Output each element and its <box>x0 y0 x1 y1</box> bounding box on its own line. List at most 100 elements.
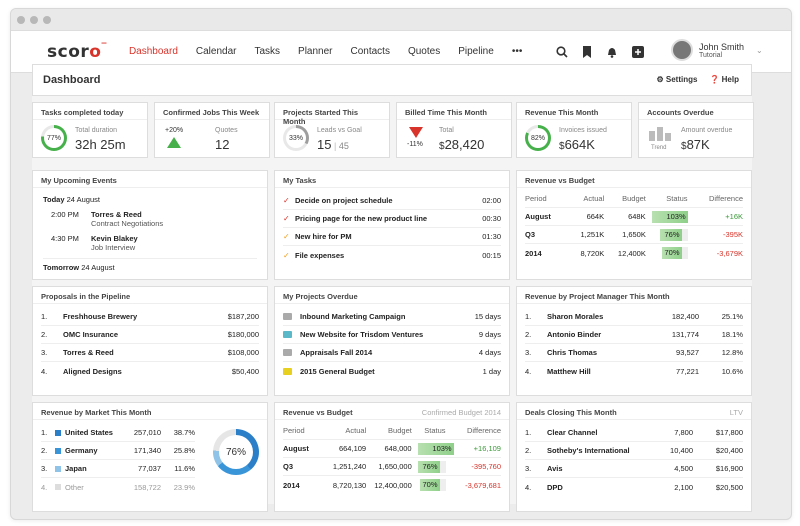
scoro-logo[interactable]: scoro‾ <box>47 42 107 62</box>
kpi-card-2-title: Confirmed Jobs This Week <box>155 103 269 120</box>
difference-cell: -395K <box>722 230 743 239</box>
pipeline-card-title: Proposals in the Pipeline <box>33 287 267 304</box>
event-item[interactable]: 4:30 PM Kevin Blakey Job Interview <box>51 234 257 252</box>
card-title: Confirmed Jobs This Week <box>163 108 260 117</box>
list-item[interactable]: 4. Other 158,722 23.9% <box>41 478 195 496</box>
status-bar: 70% <box>420 479 446 491</box>
table-row[interactable]: 2014 8,720,130 12,400,000 70% -3,679,681 <box>283 476 501 494</box>
period-cell: Q3 <box>525 230 536 239</box>
revenue-share: 25.1% <box>721 312 743 321</box>
event-time: 4:30 PM <box>51 234 79 243</box>
list-item[interactable]: 2015 General Budget 1 day <box>283 362 501 380</box>
my-tasks-card: My Tasks ✓ Decide on project schedule 02:00… <box>274 170 510 280</box>
column-header: Actual <box>583 194 605 203</box>
folder-icon <box>283 349 292 356</box>
market-value: 257,010 <box>133 428 161 437</box>
list-item[interactable]: 4. Aligned Designs $50,400 <box>41 362 259 380</box>
table-row[interactable]: 2014 8,720K 12,400K 70% -3,679K <box>525 244 743 262</box>
list-item[interactable]: 1. Clear Channel 7,800 $17,800 <box>525 424 743 442</box>
deal-ltv: $16,900 <box>715 464 743 473</box>
column-header: Budget <box>622 194 646 203</box>
card-title: Deals Closing This Month <box>525 408 617 417</box>
table-row[interactable]: August 664,109 648,000 103% +16,109 <box>283 440 501 458</box>
add-icon[interactable] <box>632 46 644 58</box>
list-item[interactable]: Appraisals Fall 2014 4 days <box>283 344 501 362</box>
task-name: New hire for PM <box>295 232 352 241</box>
user-menu[interactable]: John Smith Tutorial ⌄ <box>671 39 763 61</box>
window-minimize-dot[interactable] <box>30 15 38 24</box>
proposal-name: Freshhouse Brewery <box>63 312 138 321</box>
revenue-by-market-card-title: Revenue by Market This Month <box>33 403 267 420</box>
revenue-value: 131,774 <box>671 330 699 339</box>
check-icon[interactable]: ✓ <box>283 232 295 241</box>
budget-cell: 648,000 <box>384 444 412 453</box>
settings-button[interactable]: ⚙ Settings <box>656 75 697 84</box>
check-icon[interactable]: ✓ <box>283 196 295 205</box>
my-tasks-card-title: My Tasks <box>275 171 509 188</box>
help-button[interactable]: ❓ Help <box>709 75 739 84</box>
search-icon[interactable] <box>556 46 568 58</box>
days-overdue: 4 days <box>478 348 501 357</box>
column-header: Budget <box>388 426 412 435</box>
list-item[interactable]: Inbound Marketing Campaign 15 days <box>283 308 501 326</box>
manager-name: Antonio Binder <box>547 330 602 339</box>
difference-cell: -3,679,681 <box>465 480 501 490</box>
task-item[interactable]: ✓ Pricing page for the new product line 00… <box>283 210 501 228</box>
task-item[interactable]: ✓ File expenses 00:15 <box>283 246 501 264</box>
kpi-value: 32h 25m <box>75 137 126 152</box>
task-name: File expenses <box>295 250 345 260</box>
list-item[interactable]: 2. Germany 171,340 25.8% <box>41 442 195 460</box>
list-item[interactable]: 4. DPD 2,100 $20,500 <box>525 478 743 496</box>
market-donut-chart: 76% <box>213 429 259 475</box>
kpi-card-3: Projects Started This Month 33% Leads vs G… <box>274 102 390 158</box>
legend-swatch <box>55 465 61 472</box>
column-header: Difference <box>466 426 501 435</box>
event-item[interactable]: 2:00 PM Torres & Reed Contract Negotiation… <box>51 210 257 228</box>
avatar <box>671 39 693 61</box>
list-item[interactable]: 3. Japan 77,037 11.6% <box>41 460 195 478</box>
trend-bars-icon <box>649 127 671 141</box>
kpi-label: Amount overdue <box>681 127 733 134</box>
list-item[interactable]: 3. Torres & Reed $108,000 <box>41 344 259 362</box>
proposal-name: OMC Insurance <box>63 330 119 339</box>
list-item[interactable]: 1. Freshhouse Brewery $187,200 <box>41 308 259 326</box>
list-item[interactable]: 4. Matthew Hill 77,221 10.6% <box>525 362 743 380</box>
list-item[interactable]: 2. Antonio Binder 131,774 18.1% <box>525 326 743 344</box>
column-header: Period <box>283 426 305 435</box>
list-item[interactable]: New Website for Trisdom Ventures 9 days <box>283 326 501 344</box>
check-icon[interactable]: ✓ <box>283 251 295 260</box>
list-item[interactable]: 2. OMC Insurance $180,000 <box>41 326 259 344</box>
task-item[interactable]: ✓ Decide on project schedule 02:00 <box>283 192 501 210</box>
period-cell: 2014 <box>283 480 300 490</box>
title-bar <box>11 9 791 31</box>
project-name: New Website for Trisdom Ventures <box>300 330 424 339</box>
table-row[interactable]: Q3 1,251K 1,650K 76% -395K <box>525 226 743 244</box>
event-desc: Contract Negotiations <box>91 219 164 228</box>
list-item[interactable]: 3. Avis 4,500 $16,900 <box>525 460 743 478</box>
revenue-by-pm-card: Revenue by Project Manager This Month 1. S… <box>516 286 752 396</box>
list-item[interactable]: 1. United States 257,010 38.7% <box>41 424 195 442</box>
card-title: Revenue by Project Manager This Month <box>525 292 670 301</box>
list-item[interactable]: 1. Sharon Morales 182,400 25.1% <box>525 308 743 326</box>
task-item[interactable]: ✓ New hire for PM 01:30 <box>283 228 501 246</box>
project-name: 2015 General Budget <box>300 366 375 376</box>
budget-cell: 1,650,000 <box>378 462 412 471</box>
window-maximize-dot[interactable] <box>43 15 51 24</box>
bookmark-icon[interactable] <box>582 46 592 58</box>
check-icon[interactable]: ✓ <box>283 214 295 223</box>
help-icon: ❓ <box>709 75 720 84</box>
list-item[interactable]: 2. Sotheby's International 10,400 $20,400 <box>525 442 743 460</box>
table-row[interactable]: August 664K 648K 103% +16K <box>525 208 743 226</box>
window-close-dot[interactable] <box>17 15 25 24</box>
proposal-value: $180,000 <box>227 330 259 339</box>
list-item[interactable]: 3. Chris Thomas 93,527 12.8% <box>525 344 743 362</box>
actual-cell: 8,720K <box>580 248 605 258</box>
legend-swatch <box>55 429 61 436</box>
table-row[interactable]: Q3 1,251,240 1,650,000 76% -395,760 <box>283 458 501 476</box>
difference-cell: -395,760 <box>471 462 501 471</box>
budget-cell: 648K <box>628 212 646 221</box>
actual-cell: 1,251K <box>580 230 605 239</box>
deal-value: 7,800 <box>674 428 693 437</box>
period-cell: 2014 <box>525 248 542 258</box>
notification-icon[interactable] <box>606 46 618 58</box>
